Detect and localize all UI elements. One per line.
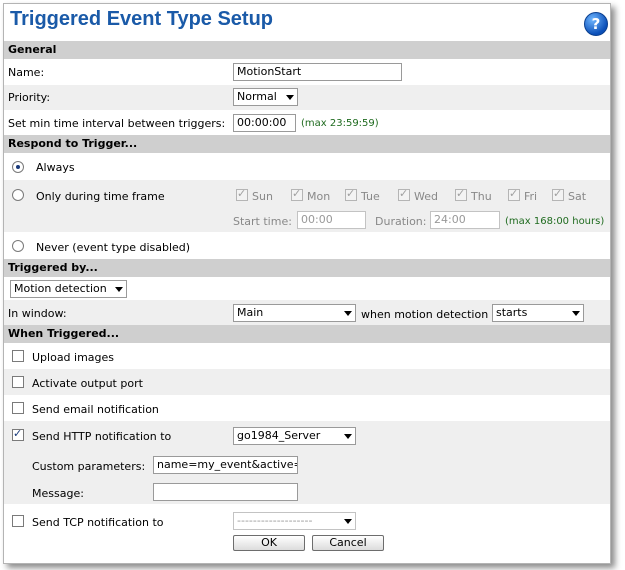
tcp-server-select[interactable]: ------------------- (233, 512, 356, 530)
chevron-down-icon (344, 519, 352, 524)
chevron-down-icon (286, 95, 294, 100)
day-checkbox-sat[interactable] (552, 187, 564, 201)
duration-label: Duration: (375, 215, 427, 228)
custom-parameters-label: Custom parameters: (32, 460, 146, 473)
output-port-checkbox[interactable] (12, 376, 24, 388)
upload-images-checkbox[interactable] (12, 350, 24, 362)
day-checkbox-tue[interactable] (345, 187, 357, 201)
name-input[interactable]: MotionStart (233, 63, 402, 81)
cancel-button[interactable]: Cancel (312, 535, 384, 551)
timeframe-label: Only during time frame (36, 190, 165, 203)
never-row: Never (event type disabled) (4, 232, 610, 259)
section-header-triggered-by: Triggered by... (4, 259, 610, 277)
ok-button[interactable]: OK (233, 535, 305, 551)
day-checkbox-thu[interactable] (455, 187, 467, 201)
never-radio[interactable] (12, 240, 24, 252)
trigger-type-row: Motion detection (4, 277, 610, 300)
chevron-down-icon (115, 287, 123, 292)
http-section: Send HTTP notification to go1984_Server … (4, 421, 610, 504)
day-label-wed: Wed (414, 190, 438, 203)
when-detection-value: starts (496, 306, 528, 319)
window-row: In window: Main when motion detection st… (4, 300, 610, 325)
tcp-server-value: ------------------- (237, 514, 313, 527)
when-detection-select[interactable]: starts (492, 304, 584, 322)
http-notification-checkbox[interactable] (12, 427, 24, 441)
help-icon[interactable]: ? (584, 12, 608, 36)
day-label-sun: Sun (252, 190, 273, 203)
chevron-down-icon (344, 434, 352, 439)
custom-parameters-input[interactable]: name=my_event&active= (153, 456, 298, 474)
day-checkbox-wed[interactable] (398, 187, 410, 201)
day-label-tue: Tue (361, 190, 380, 203)
http-notification-label: Send HTTP notification to (32, 430, 172, 443)
http-server-select[interactable]: go1984_Server (233, 427, 356, 445)
when-detection-label: when motion detection (361, 308, 489, 321)
day-label-fri: Fri (524, 190, 538, 203)
message-label: Message: (32, 487, 84, 500)
email-notification-checkbox[interactable] (12, 402, 24, 414)
timeframe-row: Only during time frame Sun Mon Tue Wed T… (4, 180, 610, 232)
day-checkbox-fri[interactable] (508, 187, 520, 201)
start-time-label: Start time: (233, 215, 292, 228)
upload-images-label: Upload images (32, 351, 115, 364)
always-row: Always (4, 153, 610, 180)
interval-row: Set min time interval between triggers: … (4, 110, 610, 135)
tcp-row: Send TCP notification to ---------------… (4, 504, 610, 532)
name-row: Name: MotionStart (4, 59, 610, 85)
section-header-when-triggered: When Triggered... (4, 325, 610, 343)
interval-label: Set min time interval between triggers: (8, 117, 226, 130)
day-label-sat: Sat (568, 190, 587, 203)
output-row: Activate output port (4, 369, 610, 395)
section-header-respond: Respond to Trigger... (4, 135, 610, 153)
name-label: Name: (8, 66, 45, 79)
start-time-input[interactable]: 00:00 (297, 211, 366, 229)
window-label: In window: (8, 307, 67, 320)
section-header-general: General (4, 41, 610, 59)
window-value: Main (237, 306, 264, 319)
chevron-down-icon (572, 311, 580, 316)
email-notification-label: Send email notification (32, 403, 159, 416)
priority-select[interactable]: Normal (233, 88, 298, 106)
email-row: Send email notification (4, 395, 610, 421)
upload-row: Upload images (4, 343, 610, 369)
http-server-value: go1984_Server (237, 429, 321, 442)
priority-row: Priority: Normal (4, 85, 610, 110)
priority-label: Priority: (8, 91, 51, 104)
trigger-type-value: Motion detection (14, 282, 107, 295)
dialog-window: Triggered Event Type Setup ? General Nam… (3, 3, 611, 564)
output-port-label: Activate output port (32, 377, 143, 390)
duration-input[interactable]: 24:00 (430, 211, 500, 229)
never-label: Never (event type disabled) (36, 241, 191, 254)
day-checkbox-mon[interactable] (291, 187, 303, 201)
always-label: Always (36, 161, 75, 174)
page-title: Triggered Event Type Setup (10, 8, 274, 30)
duration-max-hint: (max 168:00 hours) (505, 216, 605, 227)
chevron-down-icon (344, 311, 352, 316)
always-radio[interactable] (12, 161, 24, 173)
window-select[interactable]: Main (233, 304, 356, 322)
priority-value: Normal (237, 90, 277, 103)
tcp-notification-checkbox[interactable] (12, 515, 24, 527)
tcp-notification-label: Send TCP notification to (32, 516, 164, 529)
timeframe-radio[interactable] (12, 189, 24, 201)
trigger-type-select[interactable]: Motion detection (10, 280, 127, 298)
day-checkbox-sun[interactable] (236, 187, 248, 201)
interval-max-hint: (max 23:59:59) (301, 118, 379, 129)
interval-input[interactable]: 00:00:00 (233, 114, 296, 132)
message-input[interactable] (153, 483, 298, 501)
day-label-mon: Mon (307, 190, 331, 203)
day-label-thu: Thu (471, 190, 492, 203)
